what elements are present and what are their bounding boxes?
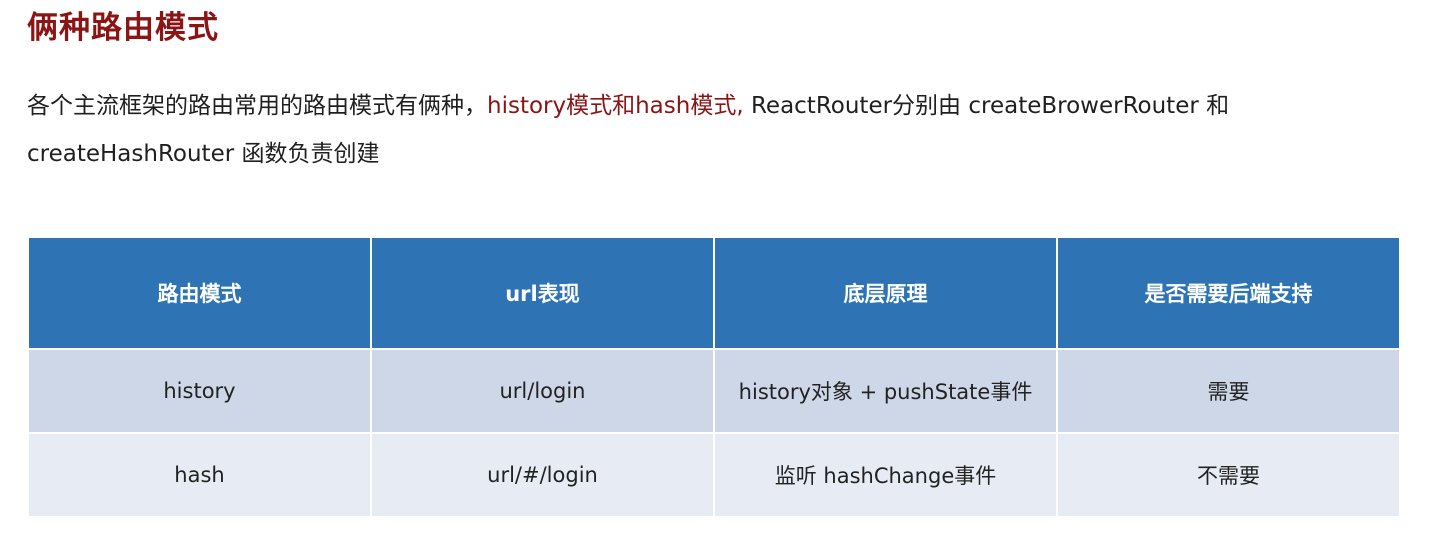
cell-principle: 监听 hashChange事件 xyxy=(713,432,1058,518)
cell-principle: history对象 + pushState事件 xyxy=(713,348,1058,434)
table-header-row: 路由模式 url表现 底层原理 是否需要后端支持 xyxy=(27,236,1401,350)
cell-mode: history xyxy=(27,348,372,434)
intro-text-part1: 各个主流框架的路由常用的路由模式有俩种， xyxy=(27,93,487,119)
page-title: 俩种路由模式 xyxy=(27,10,219,46)
header-backend-support: 是否需要后端支持 xyxy=(1056,236,1401,350)
table-row: history url/login history对象 + pushState事… xyxy=(27,348,1401,434)
routing-modes-table: 路由模式 url表现 底层原理 是否需要后端支持 history url/log… xyxy=(27,236,1401,518)
cell-url: url/#/login xyxy=(370,432,715,518)
header-routing-mode: 路由模式 xyxy=(27,236,372,350)
cell-backend: 需要 xyxy=(1056,348,1401,434)
cell-backend: 不需要 xyxy=(1056,432,1401,518)
table-row: hash url/#/login 监听 hashChange事件 不需要 xyxy=(27,432,1401,518)
intro-highlight: history模式和hash模式, xyxy=(487,93,744,119)
header-underlying-principle: 底层原理 xyxy=(713,236,1058,350)
cell-url: url/login xyxy=(370,348,715,434)
cell-mode: hash xyxy=(27,432,372,518)
intro-paragraph: 各个主流框架的路由常用的路由模式有俩种，history模式和hash模式, Re… xyxy=(27,82,1432,178)
header-url-appearance: url表现 xyxy=(370,236,715,350)
